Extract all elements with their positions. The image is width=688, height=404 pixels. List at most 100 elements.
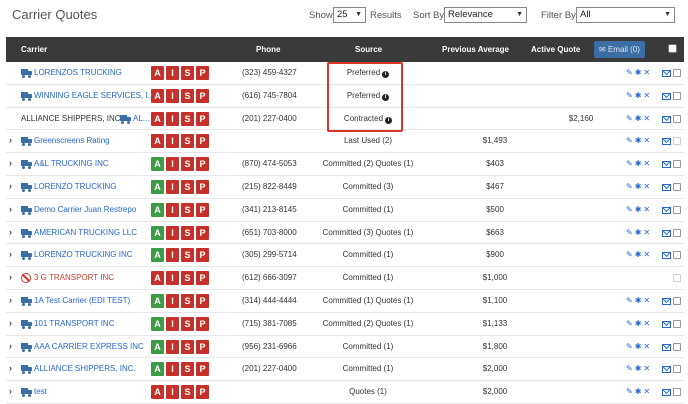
badge-i[interactable]: I — [166, 202, 179, 217]
badge-p[interactable]: P — [196, 66, 209, 80]
badge-p[interactable]: P — [196, 111, 209, 126]
select-all-checkbox[interactable] — [668, 44, 677, 53]
badge-s[interactable]: S — [181, 180, 194, 194]
email-button[interactable]: ✉ Email (0) — [594, 41, 645, 58]
chevron-right-icon[interactable]: › — [9, 248, 12, 260]
email-icon[interactable] — [662, 320, 671, 328]
badge-i[interactable]: I — [166, 111, 179, 126]
badge-a[interactable]: A — [151, 271, 164, 286]
chevron-right-icon[interactable]: › — [9, 362, 12, 374]
edit-icon[interactable]: ✎ — [626, 113, 633, 125]
badge-p[interactable]: P — [196, 271, 209, 286]
email-icon[interactable] — [662, 138, 671, 146]
row-checkbox[interactable] — [673, 160, 681, 169]
badge-a[interactable]: A — [151, 316, 164, 331]
row-checkbox[interactable] — [673, 251, 681, 260]
carrier-link[interactable]: AL... — [133, 113, 149, 125]
header-previous-average[interactable]: Previous Average — [442, 45, 509, 54]
email-icon[interactable] — [662, 343, 671, 351]
badge-s[interactable]: S — [181, 157, 194, 172]
pin-icon[interactable]: ✱ — [635, 67, 642, 79]
carrier-link[interactable]: LORENZO TRUCKING INC — [34, 249, 133, 261]
remove-icon[interactable]: ✕ — [643, 90, 650, 102]
email-icon[interactable] — [662, 206, 671, 214]
carrier-link[interactable]: 1A Test Carrier (EDI TEST) — [34, 295, 130, 307]
badge-s[interactable]: S — [181, 294, 194, 308]
email-icon[interactable] — [662, 229, 671, 237]
email-icon[interactable] — [662, 252, 671, 260]
badge-s[interactable]: S — [181, 362, 194, 377]
chevron-right-icon[interactable]: › — [9, 157, 12, 169]
row-checkbox[interactable] — [673, 388, 681, 397]
carrier-link[interactable]: test — [34, 386, 47, 398]
badge-s[interactable]: S — [181, 134, 194, 149]
chevron-right-icon[interactable]: › — [9, 385, 12, 397]
badge-i[interactable]: I — [166, 294, 179, 308]
sort-select[interactable]: Relevance ▼ — [444, 7, 527, 23]
badge-p[interactable]: P — [196, 362, 209, 377]
edit-icon[interactable]: ✎ — [626, 181, 633, 193]
badge-s[interactable]: S — [181, 111, 194, 126]
chevron-right-icon[interactable]: › — [9, 271, 12, 283]
row-checkbox[interactable] — [673, 365, 681, 374]
edit-icon[interactable]: ✎ — [626, 135, 633, 147]
row-checkbox[interactable] — [673, 91, 681, 100]
email-icon[interactable] — [662, 115, 671, 123]
chevron-right-icon[interactable]: › — [9, 340, 12, 352]
carrier-link[interactable]: Demo Carrier Juan Restrepo — [34, 204, 136, 216]
row-checkbox[interactable] — [673, 183, 681, 191]
badge-p[interactable]: P — [196, 157, 209, 172]
row-checkbox[interactable] — [673, 274, 681, 283]
carrier-link[interactable]: Greenscreens Rating — [34, 135, 110, 147]
remove-icon[interactable]: ✕ — [643, 341, 650, 353]
badge-a[interactable]: A — [151, 66, 164, 80]
badge-a[interactable]: A — [151, 88, 164, 103]
row-checkbox[interactable] — [673, 319, 681, 328]
chevron-right-icon[interactable]: › — [9, 180, 12, 192]
badge-s[interactable]: S — [181, 271, 194, 286]
badge-i[interactable]: I — [166, 316, 179, 331]
remove-icon[interactable]: ✕ — [643, 227, 650, 239]
remove-icon[interactable]: ✕ — [643, 67, 650, 79]
badge-a[interactable]: A — [151, 134, 164, 149]
pin-icon[interactable]: ✱ — [635, 135, 642, 147]
remove-icon[interactable]: ✕ — [643, 204, 650, 216]
edit-icon[interactable]: ✎ — [626, 363, 633, 375]
pin-icon[interactable]: ✱ — [635, 204, 642, 216]
pin-icon[interactable]: ✱ — [635, 227, 642, 239]
chevron-right-icon[interactable]: › — [9, 134, 12, 146]
badge-p[interactable]: P — [196, 180, 209, 194]
edit-icon[interactable]: ✎ — [626, 318, 633, 330]
badge-p[interactable]: P — [196, 339, 209, 354]
badge-p[interactable]: P — [196, 316, 209, 331]
row-checkbox[interactable] — [673, 297, 681, 305]
badge-a[interactable]: A — [151, 225, 164, 240]
badge-a[interactable]: A — [151, 202, 164, 217]
badge-p[interactable]: P — [196, 225, 209, 240]
edit-icon[interactable]: ✎ — [626, 295, 633, 307]
badge-s[interactable]: S — [181, 316, 194, 331]
pin-icon[interactable]: ✱ — [635, 386, 642, 398]
badge-a[interactable]: A — [151, 362, 164, 377]
edit-icon[interactable]: ✎ — [626, 67, 633, 79]
badge-p[interactable]: P — [196, 88, 209, 103]
pin-icon[interactable]: ✱ — [635, 113, 642, 125]
badge-s[interactable]: S — [181, 225, 194, 240]
email-icon[interactable] — [662, 298, 671, 305]
badge-s[interactable]: S — [181, 385, 194, 400]
filter-select[interactable]: All ▼ — [576, 7, 675, 23]
badge-i[interactable]: I — [166, 225, 179, 240]
chevron-right-icon[interactable]: › — [9, 203, 12, 215]
header-source[interactable]: Source — [355, 45, 382, 54]
carrier-link[interactable]: 3 G TRANSPORT INC — [34, 272, 114, 284]
carrier-link[interactable]: A&L TRUCKING INC — [34, 158, 109, 170]
edit-icon[interactable]: ✎ — [626, 249, 633, 261]
pin-icon[interactable]: ✱ — [635, 295, 642, 307]
header-carrier[interactable]: Carrier — [21, 45, 47, 54]
badge-i[interactable]: I — [166, 271, 179, 286]
carrier-link[interactable]: AMERICAN TRUCKING LLC — [34, 227, 137, 239]
edit-icon[interactable]: ✎ — [626, 158, 633, 170]
row-checkbox[interactable] — [673, 342, 681, 351]
badge-s[interactable]: S — [181, 202, 194, 217]
email-icon[interactable] — [662, 70, 671, 77]
